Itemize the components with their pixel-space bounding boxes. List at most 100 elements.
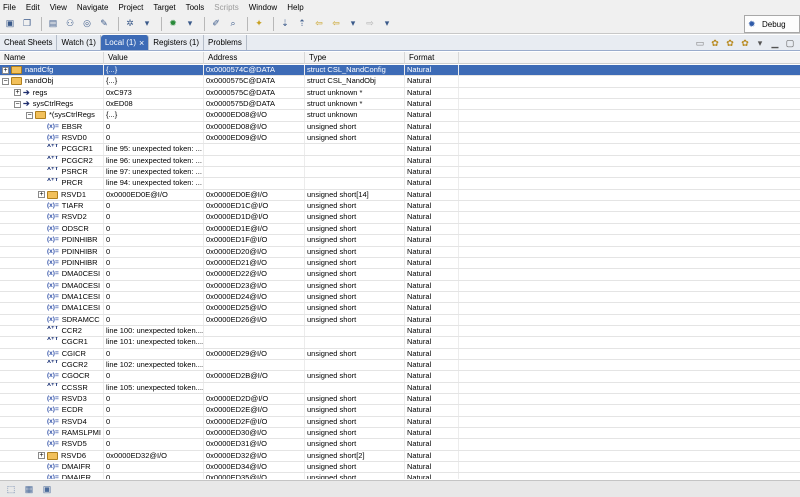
column-header-type[interactable]: Type — [305, 52, 405, 64]
value-cell[interactable]: 0 — [104, 246, 204, 257]
format-cell[interactable]: Natural — [405, 144, 459, 155]
table-row[interactable]: (x)= EBSR 0 0x0000ED08@I/O unsigned short Nat… — [0, 121, 800, 134]
format-cell[interactable]: Natural — [405, 99, 459, 110]
table-row[interactable]: (x)= RSVD5 0 0x0000ED31@I/O unsigned short Na… — [0, 439, 800, 451]
value-cell[interactable]: 0 — [104, 393, 204, 405]
value-cell[interactable]: line 101: unexpected token.... — [104, 337, 204, 348]
refresh-icon[interactable]: ✿ — [724, 37, 736, 49]
table-row[interactable]: (x)= DMA0CESI 0 0x0000ED23@I/O unsigned shor… — [0, 280, 800, 292]
menu-target[interactable]: Target — [153, 3, 175, 12]
copy-icon[interactable]: ❐ — [20, 17, 34, 31]
table-row[interactable]: (x)= PDINHIBR 0 0x0000ED21@I/O unsigned shor… — [0, 257, 800, 270]
step-icon[interactable]: ✎ — [97, 17, 111, 31]
value-cell[interactable]: 0xED08 — [104, 99, 204, 110]
breakpoint-view-icon[interactable]: ▣ — [40, 483, 54, 495]
value-cell[interactable]: line 102: unexpected token.... — [104, 359, 204, 371]
tab-local-1[interactable]: Local (1) × — [100, 35, 150, 50]
tab-registers-1[interactable]: Registers (1) — [149, 35, 205, 50]
back-dropdown-icon[interactable]: ▾ — [346, 17, 360, 31]
collapse-icon[interactable]: − — [26, 111, 33, 119]
format-cell[interactable]: Natural — [405, 371, 459, 382]
value-cell[interactable]: 0 — [104, 405, 204, 416]
format-cell[interactable]: Natural — [405, 462, 459, 473]
format-cell[interactable]: Natural — [405, 178, 459, 189]
value-cell[interactable]: 0 — [104, 133, 204, 144]
value-cell[interactable]: 0 — [104, 371, 204, 382]
table-row[interactable]: (x)= RSVD2 0 0x0000ED1D@I/O unsigned short Na… — [0, 212, 800, 224]
format-cell[interactable]: Natural — [405, 121, 459, 133]
forward-icon[interactable]: ⇨ — [363, 17, 377, 31]
table-row[interactable]: (x)= PDINHIBR 0 0x0000ED1F@I/O unsigned shor… — [0, 235, 800, 247]
table-row[interactable]: X+Y PSRCR line 97: unexpected token: ... N… — [0, 167, 800, 179]
table-row[interactable]: (x)= DMA1CESI 0 0x0000ED24@I/O unsigned shor… — [0, 291, 800, 304]
format-cell[interactable]: Natural — [405, 257, 459, 269]
table-row[interactable]: (x)= CGICR 0 0x0000ED29@I/O unsigned short Na… — [0, 348, 800, 360]
view-menu-icon[interactable]: ▾ — [754, 37, 766, 49]
format-cell[interactable]: Natural — [405, 280, 459, 291]
format-cell[interactable]: Natural — [405, 167, 459, 178]
format-cell[interactable]: Natural — [405, 337, 459, 348]
table-row[interactable]: (x)= CGOCR 0 0x0000ED2B@I/O unsigned short Na… — [0, 371, 800, 383]
format-cell[interactable]: Natural — [405, 110, 459, 121]
table-row[interactable]: X+Y CGCR1 line 101: unexpected token.... N… — [0, 337, 800, 349]
back-icon[interactable]: ⇦ — [329, 17, 343, 31]
format-cell[interactable]: Natural — [405, 303, 459, 314]
value-cell[interactable]: 0 — [104, 348, 204, 359]
column-header-format[interactable]: Format — [405, 52, 459, 64]
edit-icon[interactable]: ✐ — [209, 17, 223, 31]
table-row[interactable]: X+Y CCSSR line 105: unexpected token.... N… — [0, 382, 800, 394]
flashlight-icon[interactable]: ✦ — [252, 17, 266, 31]
expand-icon[interactable]: + — [38, 452, 45, 460]
column-header-address[interactable]: Address — [204, 52, 305, 64]
value-cell[interactable]: {...} — [104, 76, 204, 87]
table-row[interactable]: − nandObj {...} 0x0000575C@DATA struct CSL_N… — [0, 76, 800, 88]
value-cell[interactable]: line 105: unexpected token.... — [104, 382, 204, 393]
collapse-icon[interactable]: − — [14, 100, 21, 108]
value-cell[interactable]: 0 — [104, 280, 204, 291]
column-header-name[interactable]: Name — [0, 52, 104, 64]
table-row[interactable]: X+Y CGCR2 line 102: unexpected token.... N… — [0, 359, 800, 372]
table-row[interactable]: (x)= RSVD3 0 0x0000ED2D@I/O unsigned short Na… — [0, 393, 800, 406]
table-row[interactable]: (x)= DMA0CESI 0 0x0000ED22@I/O unsigned shor… — [0, 269, 800, 281]
table-row[interactable]: + ➔ regs 0xC973 0x0000575C@DATA struct unknow… — [0, 87, 800, 100]
maximize-icon[interactable]: ▢ — [784, 37, 796, 49]
value-cell[interactable]: 0 — [104, 235, 204, 246]
format-cell[interactable]: Natural — [405, 235, 459, 246]
format-cell[interactable]: Natural — [405, 223, 459, 235]
menu-help[interactable]: Help — [287, 3, 303, 12]
value-cell[interactable]: 0x0000ED0E@I/O — [104, 189, 204, 201]
format-cell[interactable]: Natural — [405, 65, 459, 76]
format-cell[interactable]: Natural — [405, 291, 459, 303]
expand-icon[interactable]: + — [14, 89, 21, 97]
table-row[interactable]: − ➔ sysCtrlRegs 0xED08 0x0000575D@DATA struct… — [0, 99, 800, 111]
format-cell[interactable]: Natural — [405, 359, 459, 371]
value-cell[interactable]: line 95: unexpected token: ... — [104, 144, 204, 155]
menu-view[interactable]: View — [50, 3, 67, 12]
value-cell[interactable]: line 94: unexpected token: ... — [104, 178, 204, 189]
debug-perspective-button[interactable]: ✹ Debug — [744, 15, 800, 33]
menu-window[interactable]: Window — [249, 3, 277, 12]
table-row[interactable]: (x)= DMAIFR 0 0x0000ED34@I/O unsigned short N… — [0, 462, 800, 474]
value-cell[interactable]: 0 — [104, 121, 204, 133]
format-cell[interactable]: Natural — [405, 416, 459, 427]
value-cell[interactable]: 0xC973 — [104, 87, 204, 99]
value-cell[interactable]: 0 — [104, 201, 204, 212]
value-cell[interactable]: line 100: unexpected token.... — [104, 325, 204, 337]
menu-edit[interactable]: Edit — [26, 3, 40, 12]
value-cell[interactable]: line 96: unexpected token: ... — [104, 155, 204, 167]
menu-file[interactable]: File — [3, 3, 16, 12]
format-cell[interactable]: Natural — [405, 133, 459, 144]
table-row[interactable]: (x)= DMA1CESI 0 0x0000ED25@I/O unsigned shor… — [0, 303, 800, 315]
search-icon[interactable]: ⌕ — [226, 17, 240, 31]
table-row[interactable]: + RSVD6 0x0000ED32@I/O 0x0000ED32@I/O unsign… — [0, 450, 800, 463]
format-cell[interactable]: Natural — [405, 393, 459, 405]
format-cell[interactable]: Natural — [405, 450, 459, 462]
save-icon[interactable]: ▣ — [3, 17, 17, 31]
value-cell[interactable]: {...} — [104, 65, 204, 76]
value-cell[interactable]: 0 — [104, 303, 204, 314]
debug-view-icon[interactable]: ▤ — [46, 17, 60, 31]
table-row[interactable]: − *(sysCtrlRegs {...} 0x0000ED08@I/O struct … — [0, 110, 800, 122]
column-header-value[interactable]: Value — [104, 52, 204, 64]
memory-icon[interactable]: ▦ — [22, 483, 36, 495]
table-row[interactable]: X+Y CCR2 line 100: unexpected token.... Na… — [0, 325, 800, 338]
